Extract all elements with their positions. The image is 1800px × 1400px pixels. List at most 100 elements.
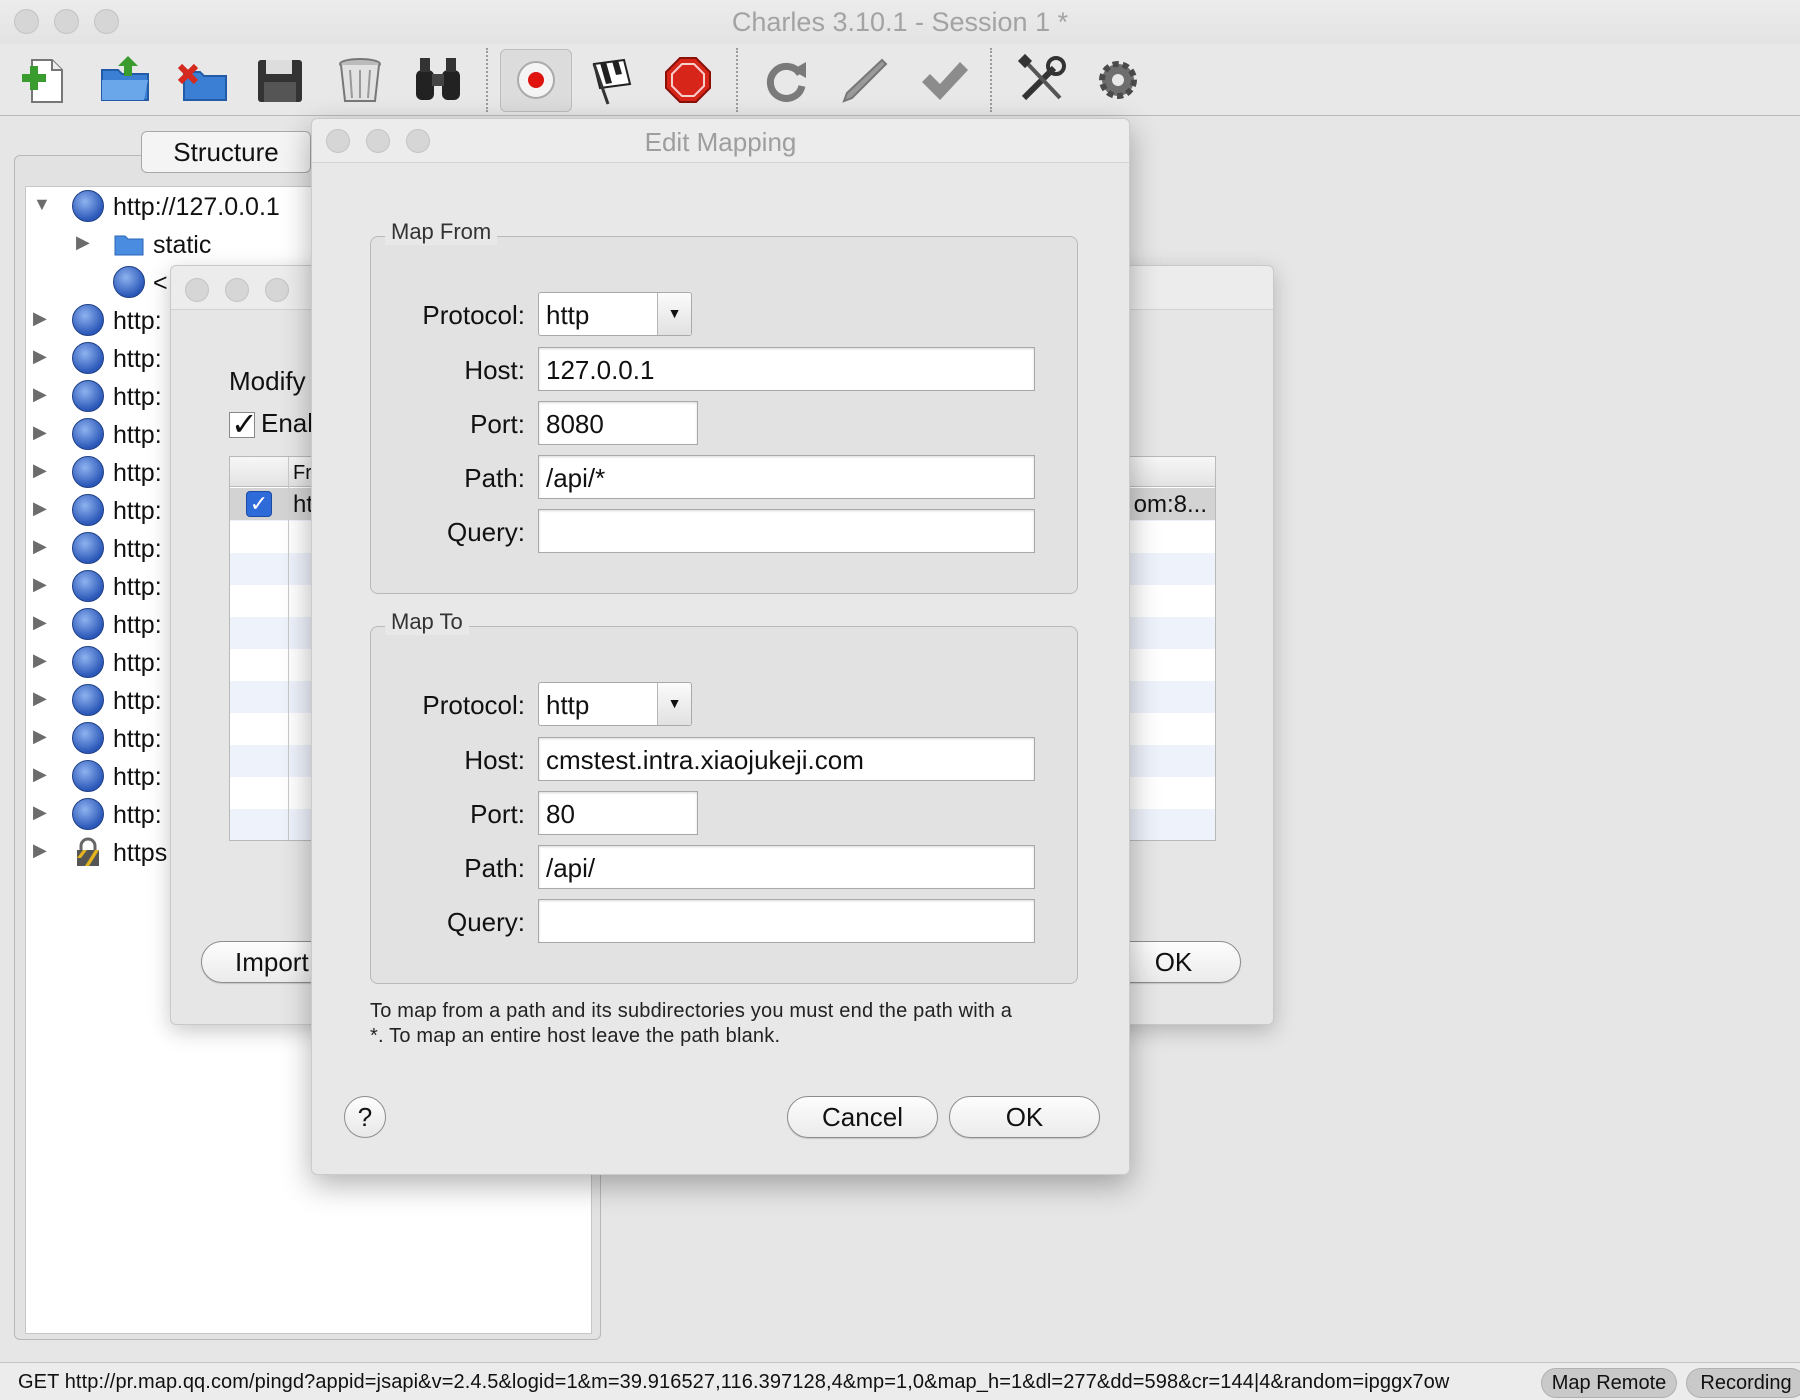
edit-mapping-titlebar: Edit Mapping <box>312 119 1129 163</box>
validate-check-icon[interactable] <box>916 52 972 108</box>
toolbar-separator <box>736 48 738 112</box>
globe-icon <box>72 760 104 792</box>
tree-row-label: http: <box>113 497 162 525</box>
map-from-protocol-select[interactable]: http ▼ <box>538 292 692 336</box>
dialog-minimize-button[interactable] <box>225 278 249 302</box>
globe-icon <box>72 608 104 640</box>
collapsed-arrow-icon[interactable]: ▶ <box>33 384 47 405</box>
map-from-port-row: Port: 8080 <box>371 401 1077 445</box>
row-enabled-checkbox[interactable]: ✓ <box>246 491 272 517</box>
row-from-cell: ht <box>293 491 314 518</box>
map-from-query-row: Query: <box>371 509 1077 553</box>
lock-icon <box>72 836 104 868</box>
map-to-group: Map To Protocol: http ▼ Host: cmstest.in… <box>370 609 1078 984</box>
close-session-icon[interactable] <box>176 52 232 108</box>
collapsed-arrow-icon[interactable]: ▶ <box>33 612 47 633</box>
window-title: Charles 3.10.1 - Session 1 * <box>731 7 1069 37</box>
map-to-query-input[interactable] <box>538 899 1035 943</box>
map-to-host-input[interactable]: cmstest.intra.xiaojukeji.com <box>538 737 1035 781</box>
trash-icon[interactable] <box>332 52 388 108</box>
edit-pen-icon[interactable] <box>838 52 894 108</box>
chevron-down-icon[interactable]: ▼ <box>657 293 691 335</box>
collapsed-arrow-icon[interactable]: ▶ <box>33 460 47 481</box>
collapsed-arrow-icon[interactable]: ▶ <box>33 574 47 595</box>
map-remote-status-button[interactable]: Map Remote <box>1541 1368 1677 1398</box>
repeat-icon[interactable] <box>758 52 814 108</box>
stop-icon[interactable] <box>660 52 716 108</box>
toolbar-separator <box>486 48 488 112</box>
map-from-legend: Map From <box>385 219 498 245</box>
collapsed-arrow-icon[interactable]: ▶ <box>33 802 47 823</box>
collapsed-arrow-icon[interactable]: ▶ <box>33 422 47 443</box>
map-to-path-input[interactable]: /api/ <box>538 845 1035 889</box>
tree-row-label: http: <box>113 687 162 715</box>
map-to-protocol-row: Protocol: http ▼ <box>371 682 1077 726</box>
globe-icon <box>72 418 104 450</box>
hint-line: *. To map an entire host leave the path … <box>370 1025 781 1047</box>
status-request-text: GET http://pr.map.qq.com/pingd?appid=jsa… <box>18 1371 1450 1393</box>
map-to-port-row: Port: 80 <box>371 791 1077 835</box>
tree-row-label: http: <box>113 649 162 677</box>
tree-row-label: http: <box>113 801 162 829</box>
globe-icon <box>72 342 104 374</box>
collapsed-arrow-icon[interactable]: ▶ <box>33 346 47 367</box>
tree-row-label: http: <box>113 725 162 753</box>
collapsed-arrow-icon[interactable]: ▶ <box>33 498 47 519</box>
tree-row-label: http: <box>113 383 162 411</box>
open-session-icon[interactable] <box>98 52 154 108</box>
map-from-host-row: Host: 127.0.0.1 <box>371 347 1077 391</box>
help-button[interactable]: ? <box>344 1096 386 1138</box>
map-to-port-input[interactable]: 80 <box>538 791 698 835</box>
globe-icon <box>72 304 104 336</box>
cancel-button[interactable]: Cancel <box>787 1096 938 1138</box>
map-to-path-row: Path: /api/ <box>371 845 1077 889</box>
save-icon[interactable] <box>252 52 308 108</box>
enable-map-remote-checkbox[interactable]: Enal <box>229 405 313 443</box>
map-from-path-input[interactable]: /api/* <box>538 455 1035 499</box>
globe-icon <box>72 532 104 564</box>
globe-icon <box>72 380 104 412</box>
column-header-from[interactable]: Fr <box>293 462 312 485</box>
binoculars-icon[interactable] <box>410 52 466 108</box>
record-icon[interactable] <box>508 52 564 108</box>
collapsed-arrow-icon[interactable]: ▶ <box>33 650 47 671</box>
dialog-zoom-button[interactable] <box>265 278 289 302</box>
map-to-protocol-select[interactable]: http ▼ <box>538 682 692 726</box>
map-from-port-input[interactable]: 8080 <box>538 401 698 445</box>
throttle-flag-icon[interactable] <box>584 52 640 108</box>
collapsed-arrow-icon[interactable]: ▶ <box>33 536 47 557</box>
path-label: Path: <box>464 463 525 493</box>
globe-icon <box>72 798 104 830</box>
map-from-host-input[interactable]: 127.0.0.1 <box>538 347 1035 391</box>
checkbox-checked-icon[interactable] <box>229 405 258 443</box>
map-to-host-row: Host: cmstest.intra.xiaojukeji.com <box>371 737 1077 781</box>
map-remote-heading: Modify <box>229 366 306 396</box>
expanded-arrow-icon[interactable]: ▼ <box>33 194 51 215</box>
map-from-query-input[interactable] <box>538 509 1035 553</box>
row-to-cell: om:8... <box>1133 491 1207 518</box>
port-label: Port: <box>470 799 525 829</box>
collapsed-arrow-icon[interactable]: ▶ <box>33 764 47 785</box>
folder-icon <box>113 228 145 260</box>
collapsed-arrow-icon[interactable]: ▶ <box>33 726 47 747</box>
new-session-icon[interactable] <box>18 52 74 108</box>
globe-icon <box>72 190 104 222</box>
recording-status-button[interactable]: Recording <box>1686 1368 1800 1398</box>
collapsed-arrow-icon[interactable]: ▶ <box>33 688 47 709</box>
tab-structure[interactable]: Structure <box>141 131 311 173</box>
tools-icon[interactable] <box>1014 52 1070 108</box>
tree-row-label: < <box>153 269 168 297</box>
collapsed-arrow-icon[interactable]: ▶ <box>76 232 90 253</box>
ok-button[interactable]: OK <box>949 1096 1100 1138</box>
chevron-down-icon[interactable]: ▼ <box>657 683 691 725</box>
dialog-close-button[interactable] <box>185 278 209 302</box>
collapsed-arrow-icon[interactable]: ▶ <box>33 840 47 861</box>
tree-row-label: http://127.0.0.1 <box>113 193 280 221</box>
settings-gear-icon[interactable] <box>1090 52 1146 108</box>
globe-icon <box>113 266 145 298</box>
map-to-query-row: Query: <box>371 899 1077 943</box>
tree-row-label: http: <box>113 573 162 601</box>
globe-icon <box>72 722 104 754</box>
collapsed-arrow-icon[interactable]: ▶ <box>33 308 47 329</box>
protocol-label: Protocol: <box>422 690 525 720</box>
